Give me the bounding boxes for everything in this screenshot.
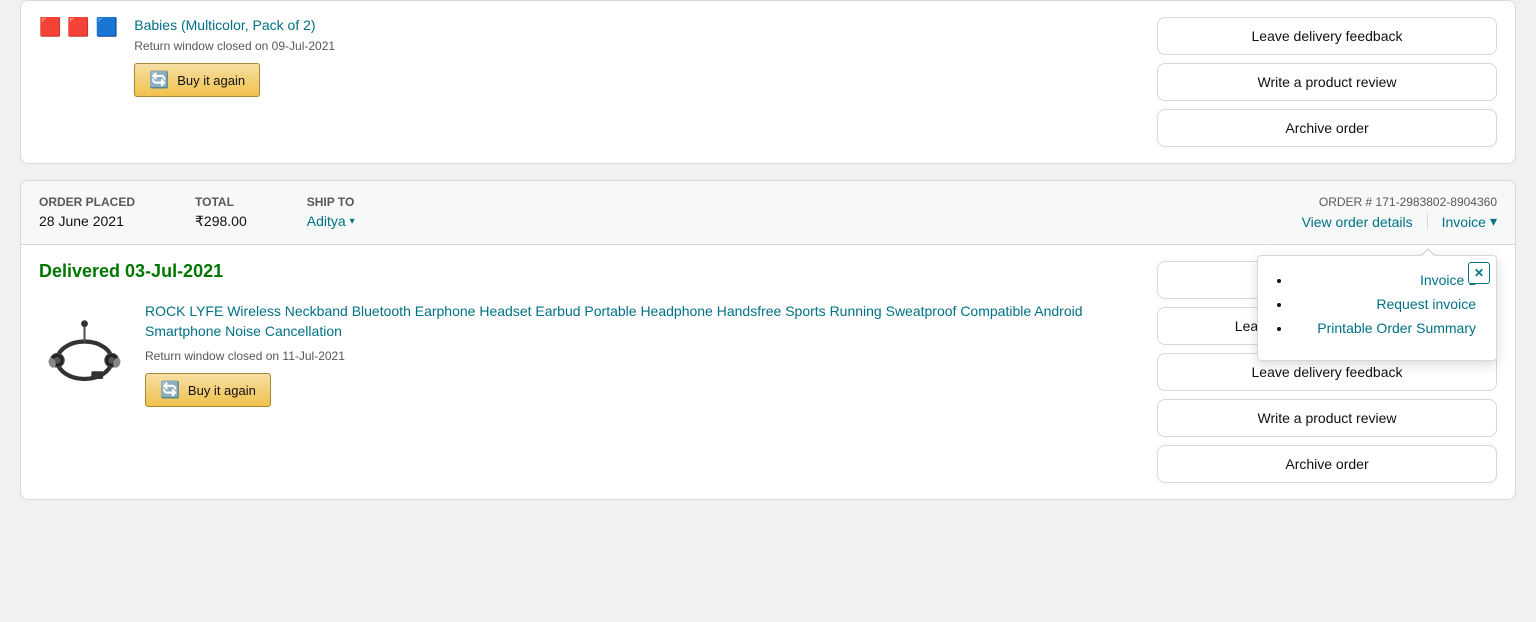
delivery-status: Delivered 03-Jul-2021: [39, 261, 1141, 282]
printable-summary-link[interactable]: Printable Order Summary: [1317, 320, 1476, 336]
flag-icon-dark: 🟥: [67, 17, 89, 38]
order-header-right: ORDER # 171-2983802-8904360 View order d…: [1302, 195, 1497, 230]
order-product-section: Delivered 03-Jul-2021: [39, 261, 1141, 407]
product-image: [39, 302, 129, 392]
order-total-col: TOTAL ₹298.00: [195, 195, 247, 230]
invoice-chevron-icon: ▾: [1490, 213, 1497, 230]
page-wrapper: 🟥 🟥 🟦 Babies (Multicolor, Pack of 2) Ret…: [0, 0, 1536, 500]
top-leave-feedback-button[interactable]: Leave delivery feedback: [1157, 17, 1497, 55]
buy-again-button[interactable]: 🔄 Buy it again: [145, 373, 271, 407]
buy-again-cart-icon: 🔄: [160, 380, 180, 400]
invoice-menu-item-1: Invoice 1: [1292, 272, 1476, 288]
chevron-down-icon: ▾: [350, 216, 355, 227]
ship-to-name: Aditya: [307, 213, 346, 229]
product-row: ROCK LYFE Wireless Neckband Bluetooth Ea…: [39, 302, 1141, 407]
top-buy-again-button[interactable]: 🔄 Buy it again: [134, 63, 260, 97]
order-placed-date: 28 June 2021: [39, 213, 135, 229]
order-placed-label: ORDER PLACED: [39, 195, 135, 209]
product-title[interactable]: ROCK LYFE Wireless Neckband Bluetooth Ea…: [145, 302, 1141, 341]
order-links: View order details Invoice ▾ ✕: [1302, 213, 1497, 230]
order-total-value: ₹298.00: [195, 213, 247, 230]
top-product-info: Babies (Multicolor, Pack of 2) Return wi…: [134, 17, 1141, 97]
top-archive-button[interactable]: Archive order: [1157, 109, 1497, 147]
invoice-button[interactable]: Invoice ▾: [1442, 213, 1497, 230]
invoice-menu-item-3: Printable Order Summary: [1292, 320, 1476, 336]
flag-icon-blue: 🟦: [96, 17, 118, 38]
cart-icon: 🔄: [149, 70, 169, 90]
return-window: Return window closed on 11-Jul-2021: [145, 349, 1141, 363]
order-header: ORDER PLACED 28 June 2021 TOTAL ₹298.00 …: [21, 181, 1515, 245]
order-placed-col: ORDER PLACED 28 June 2021: [39, 195, 135, 229]
archive-order-button[interactable]: Archive order: [1157, 445, 1497, 483]
flag-icon-red: 🟥: [39, 17, 61, 38]
order-number: ORDER # 171-2983802-8904360: [1302, 195, 1497, 209]
earphone-product-svg: [42, 305, 127, 390]
link-divider: [1427, 214, 1428, 230]
top-action-buttons: Leave delivery feedback Write a product …: [1157, 17, 1497, 147]
invoice-container: Invoice ▾ ✕ Invoice 1: [1442, 213, 1497, 230]
dropdown-close-button[interactable]: ✕: [1468, 262, 1490, 284]
top-return-window: Return window closed on 09-Jul-2021: [134, 39, 1141, 53]
view-order-details-link[interactable]: View order details: [1302, 214, 1413, 230]
top-write-review-button[interactable]: Write a product review: [1157, 63, 1497, 101]
product-info: ROCK LYFE Wireless Neckband Bluetooth Ea…: [145, 302, 1141, 407]
order-ship-label: SHIP TO: [307, 195, 355, 209]
invoice-dropdown: ✕ Invoice 1 Request invoice Printable Or…: [1257, 255, 1497, 361]
dropdown-arrow: [1420, 248, 1436, 256]
order-ship-col: SHIP TO Aditya ▾: [307, 195, 355, 229]
write-review-button[interactable]: Write a product review: [1157, 399, 1497, 437]
invoice-menu-list: Invoice 1 Request invoice Printable Orde…: [1274, 272, 1476, 336]
order-total-label: TOTAL: [195, 195, 247, 209]
ship-to-dropdown[interactable]: Aditya ▾: [307, 213, 355, 229]
invoice-menu-item-2: Request invoice: [1292, 296, 1476, 312]
request-invoice-link[interactable]: Request invoice: [1376, 296, 1476, 312]
top-order-card: 🟥 🟥 🟦 Babies (Multicolor, Pack of 2) Ret…: [20, 0, 1516, 164]
main-order-card: ORDER PLACED 28 June 2021 TOTAL ₹298.00 …: [20, 180, 1516, 500]
top-product-title[interactable]: Babies (Multicolor, Pack of 2): [134, 17, 1141, 33]
